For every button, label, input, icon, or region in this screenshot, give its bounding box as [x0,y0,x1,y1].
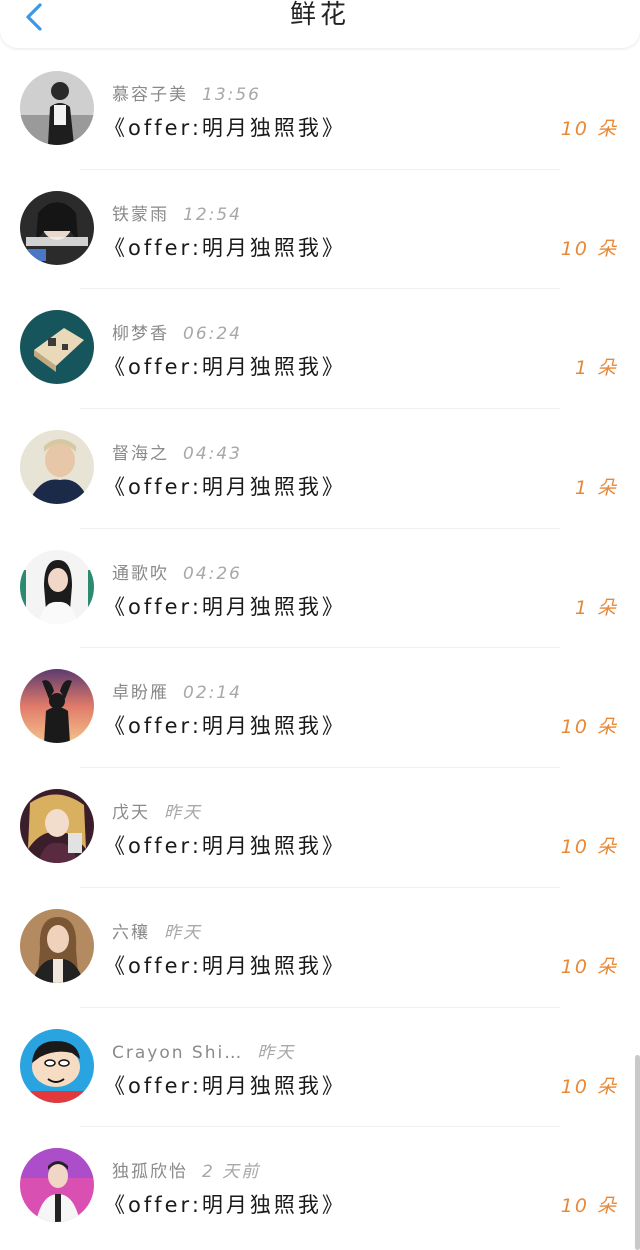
book-title: 《offer:明月独照我》 [104,475,346,500]
avatar[interactable] [20,549,94,624]
list-item[interactable]: 卓盼雁 02:14 《offer:明月独照我》 10 朵 [0,648,640,769]
sender-line: 戊天 昨天 [112,798,202,823]
book-title: 《offer:明月独照我》 [104,1193,346,1218]
list-item[interactable]: 柳梦香 06:24 《offer:明月独照我》 1 朵 [0,289,640,410]
scrollbar[interactable] [635,1055,640,1250]
sender-name: 戊天 [112,803,150,824]
book-title: 《offer:明月独照我》 [104,714,346,739]
avatar[interactable] [20,71,94,145]
avatar[interactable] [20,310,94,385]
sender-name: 柳梦香 [112,324,169,345]
send-time: 昨天 [164,803,202,824]
sender-line: 卓盼雁 02:14 [112,678,242,703]
avatar[interactable] [20,1148,94,1223]
send-time: 06:24 [183,324,242,345]
list-item[interactable]: 独孤欣怡 2 天前 《offer:明月独照我》 10 朵 [0,1127,640,1247]
sender-name: 独孤欣怡 [112,1162,188,1183]
send-time: 昨天 [164,922,202,943]
book-title: 《offer:明月独照我》 [104,235,346,260]
list-item[interactable]: 通歌吹 04:26 《offer:明月独照我》 1 朵 [0,529,640,649]
flower-count: 10 朵 [560,118,618,140]
book-title: 《offer:明月独照我》 [104,953,346,978]
sender-line: 慕容子美 13:56 [112,80,261,105]
flower-count: 1 朵 [574,477,618,500]
sender-line: 六穰 昨天 [112,918,202,943]
send-time: 02:14 [183,683,242,704]
send-time: 12:54 [183,204,242,225]
book-title: 《offer:明月独照我》 [104,355,346,380]
book-title: 《offer:明月独照我》 [104,834,346,859]
send-time: 04:43 [183,444,242,465]
page-title: 鲜花 [289,0,350,30]
avatar[interactable] [20,789,94,864]
list-item[interactable]: 慕容子美 13:56 《offer:明月独照我》 10 朵 [0,50,640,170]
flower-count: 10 朵 [560,1195,618,1218]
list-item[interactable]: 六穰 昨天 《offer:明月独照我》 10 朵 [0,888,640,1008]
top-bar: 鲜花 [0,0,640,48]
avatar[interactable] [20,669,94,744]
avatar[interactable] [20,190,94,265]
book-title: 《offer:明月独照我》 [104,1073,346,1098]
avatar[interactable] [20,1028,94,1103]
sender-name: Crayon Shi… [112,1042,244,1063]
sender-name: 督海之 [112,444,169,465]
send-time: 昨天 [257,1042,296,1063]
avatar[interactable] [20,908,94,983]
sender-name: 慕容子美 [112,85,188,105]
send-time: 13:56 [202,85,261,105]
sender-line: 督海之 04:43 [112,439,242,464]
flower-count: 1 朵 [574,596,618,619]
flower-count: 1 朵 [574,357,618,380]
sender-line: 独孤欣怡 2 天前 [112,1157,260,1182]
sender-name: 通歌吹 [112,563,169,584]
flower-count: 10 朵 [560,836,618,859]
sender-line: 通歌吹 04:26 [112,559,242,584]
flower-count: 10 朵 [560,237,618,260]
flower-count: 10 朵 [560,955,618,978]
flower-count: 10 朵 [560,1075,618,1098]
list-item[interactable]: 戊天 昨天 《offer:明月独照我》 10 朵 [0,768,640,888]
sender-name: 卓盼雁 [112,683,169,704]
sender-name: 铁蒙雨 [112,204,169,225]
book-title: 《offer:明月独照我》 [104,594,346,619]
avatar[interactable] [20,430,94,505]
send-time: 04:26 [183,563,242,584]
list-item[interactable]: Crayon Shi… 昨天 《offer:明月独照我》 10 朵 [0,1008,640,1128]
list-item[interactable]: 铁蒙雨 12:54 《offer:明月独照我》 10 朵 [0,170,640,290]
sender-line: 柳梦香 06:24 [112,319,242,344]
flower-count: 10 朵 [560,716,618,739]
send-time: 2 天前 [202,1162,261,1183]
book-title: 《offer:明月独照我》 [104,116,346,140]
flower-list: 慕容子美 13:56 《offer:明月独照我》 10 朵 铁蒙雨 12:54 《o… [0,50,640,1247]
sender-line: 铁蒙雨 12:54 [112,200,242,225]
sender-name: 六穰 [112,922,150,943]
sender-line: Crayon Shi… 昨天 [112,1038,295,1063]
list-item[interactable]: 督海之 04:43 《offer:明月独照我》 1 朵 [0,409,640,529]
